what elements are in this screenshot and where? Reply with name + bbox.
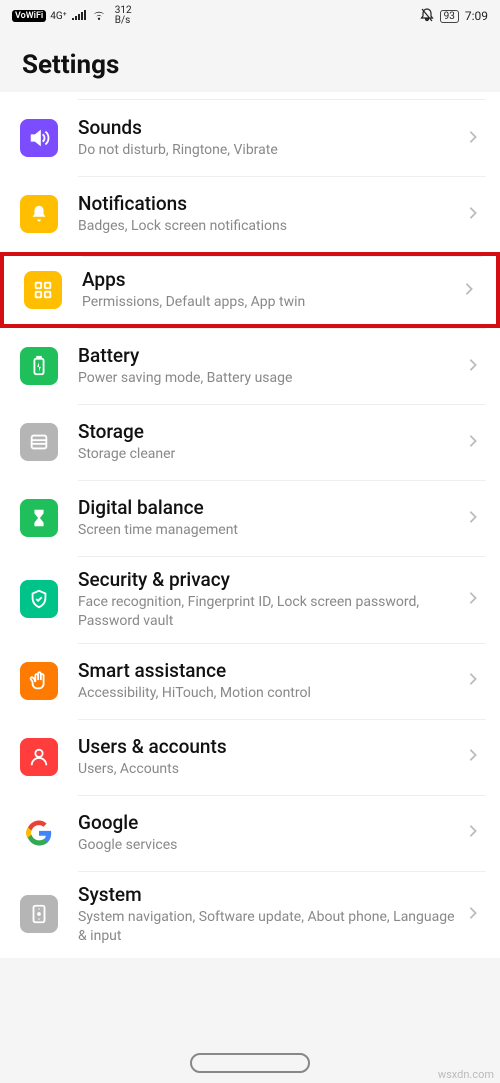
row-google[interactable]: Google Google services — [0, 795, 500, 871]
row-users-accounts[interactable]: Users & accounts Users, Accounts — [0, 719, 500, 795]
status-left: VoWiFi 4G⁺ 312 B/s — [12, 6, 132, 26]
row-text: Users & accounts Users, Accounts — [78, 735, 456, 779]
chevron-right-icon — [466, 129, 486, 148]
row-title: Notifications — [78, 192, 456, 215]
row-sub: Badges, Lock screen notifications — [78, 217, 456, 236]
chevron-right-icon — [462, 281, 482, 300]
hand-icon — [20, 662, 58, 700]
row-battery[interactable]: Battery Power saving mode, Battery usage — [0, 328, 500, 404]
network-label: 4G⁺ — [50, 11, 66, 22]
row-sub: Power saving mode, Battery usage — [78, 369, 456, 388]
battery-icon — [20, 347, 58, 385]
sounds-icon — [20, 119, 58, 157]
row-title: Storage — [78, 420, 456, 443]
row-text: Notifications Badges, Lock screen notifi… — [78, 192, 456, 236]
vowifi-badge: VoWiFi — [12, 10, 46, 22]
row-text: Smart assistance Accessibility, HiTouch,… — [78, 659, 456, 703]
nav-pill[interactable] — [190, 1053, 310, 1073]
chevron-right-icon — [466, 205, 486, 224]
row-sub: Google services — [78, 836, 456, 855]
system-icon — [20, 895, 58, 933]
row-text: Sounds Do not disturb, Ringtone, Vibrate — [78, 116, 456, 160]
user-icon — [20, 738, 58, 776]
row-storage[interactable]: Storage Storage cleaner — [0, 404, 500, 480]
chevron-right-icon — [466, 905, 486, 924]
chevron-right-icon — [466, 433, 486, 452]
cut-row — [78, 92, 486, 100]
battery-indicator: 93 — [440, 10, 459, 23]
row-apps[interactable]: Apps Permissions, Default apps, App twin — [0, 252, 500, 328]
chevron-right-icon — [466, 357, 486, 376]
row-smart-assistance[interactable]: Smart assistance Accessibility, HiTouch,… — [0, 643, 500, 719]
speed-unit: B/s — [115, 16, 132, 26]
row-text: Security & privacy Face recognition, Fin… — [78, 568, 456, 631]
google-icon — [20, 814, 58, 852]
row-text: System System navigation, Software updat… — [78, 883, 456, 946]
row-title: Security & privacy — [78, 568, 456, 591]
chevron-right-icon — [466, 590, 486, 609]
chevron-right-icon — [466, 747, 486, 766]
row-sub: Do not disturb, Ringtone, Vibrate — [78, 141, 456, 160]
status-bar: VoWiFi 4G⁺ 312 B/s 93 7:09 — [0, 0, 500, 32]
row-text: Apps Permissions, Default apps, App twin — [82, 268, 452, 312]
row-title: System — [78, 883, 456, 906]
status-right: 93 7:09 — [420, 8, 488, 25]
row-text: Google Google services — [78, 811, 456, 855]
chevron-right-icon — [466, 509, 486, 528]
row-title: Sounds — [78, 116, 456, 139]
row-title: Smart assistance — [78, 659, 456, 682]
chevron-right-icon — [466, 671, 486, 690]
chevron-right-icon — [466, 823, 486, 842]
speed-indicator: 312 B/s — [115, 6, 132, 26]
row-title: Digital balance — [78, 496, 456, 519]
signal-icon — [71, 9, 87, 24]
row-system[interactable]: System System navigation, Software updat… — [0, 871, 500, 958]
clock: 7:09 — [465, 9, 488, 23]
row-sub: Storage cleaner — [78, 445, 456, 464]
row-sub: Accessibility, HiTouch, Motion control — [78, 684, 456, 703]
row-title: Users & accounts — [78, 735, 456, 758]
row-security[interactable]: Security & privacy Face recognition, Fin… — [0, 556, 500, 643]
storage-icon — [20, 423, 58, 461]
row-sub: Screen time management — [78, 521, 456, 540]
row-title: Battery — [78, 344, 456, 367]
row-notifications[interactable]: Notifications Badges, Lock screen notifi… — [0, 176, 500, 252]
dnd-icon — [420, 8, 434, 25]
wifi-icon — [91, 9, 107, 24]
watermark: wsxdn.com — [438, 1068, 494, 1081]
row-sounds[interactable]: Sounds Do not disturb, Ringtone, Vibrate — [0, 100, 500, 176]
shield-icon — [20, 580, 58, 618]
bell-icon — [20, 195, 58, 233]
row-sub: Face recognition, Fingerprint ID, Lock s… — [78, 593, 456, 631]
row-text: Battery Power saving mode, Battery usage — [78, 344, 456, 388]
row-digital-balance[interactable]: Digital balance Screen time management — [0, 480, 500, 556]
row-sub: Users, Accounts — [78, 760, 456, 779]
row-text: Digital balance Screen time management — [78, 496, 456, 540]
grid-icon — [24, 271, 62, 309]
hourglass-icon — [20, 499, 58, 537]
row-text: Storage Storage cleaner — [78, 420, 456, 464]
row-title: Apps — [82, 268, 452, 291]
settings-list: Sounds Do not disturb, Ringtone, Vibrate… — [0, 92, 500, 958]
page-title: Settings — [0, 32, 500, 92]
row-sub: System navigation, Software update, Abou… — [78, 908, 456, 946]
row-sub: Permissions, Default apps, App twin — [82, 293, 452, 312]
row-title: Google — [78, 811, 456, 834]
